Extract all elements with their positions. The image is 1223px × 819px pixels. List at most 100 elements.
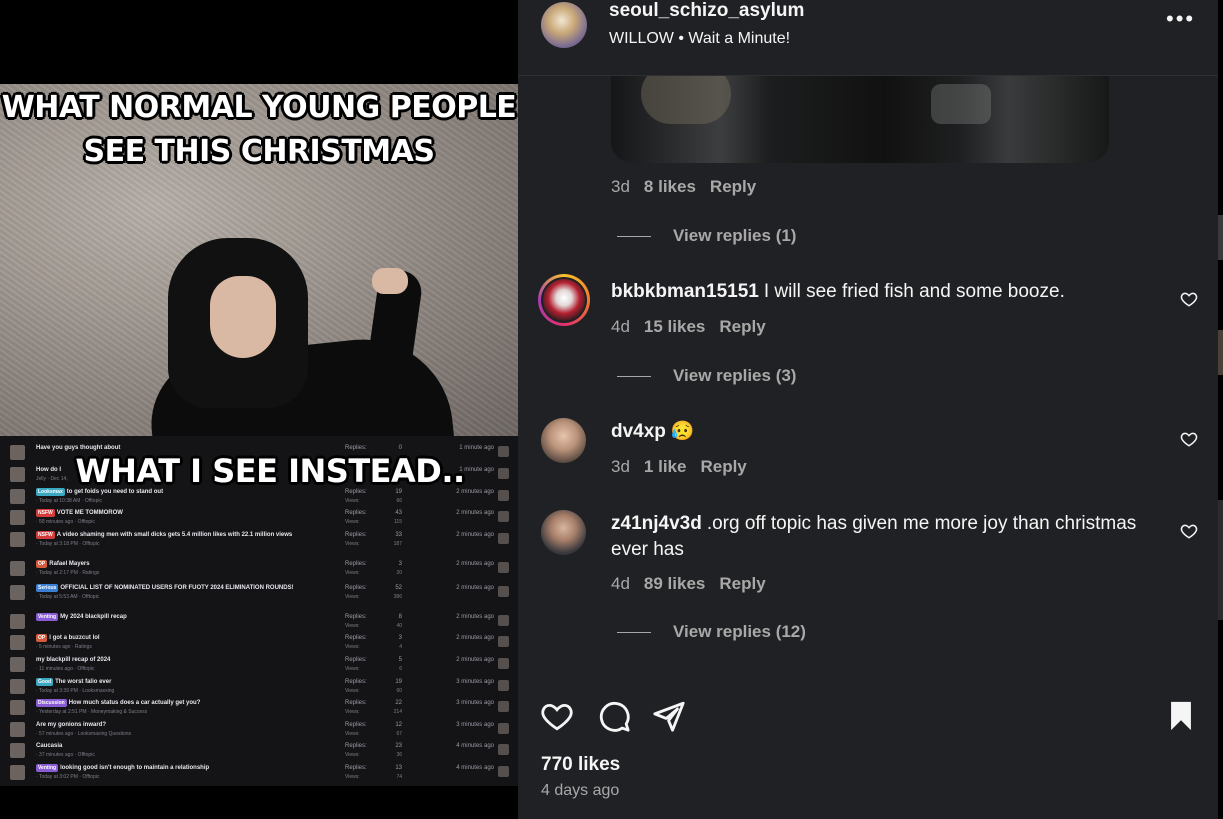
- replies-count: 8: [398, 614, 402, 620]
- background-strip: [1218, 0, 1223, 819]
- thread-subtitle: · 5 minutes ago · Ratings: [36, 644, 92, 650]
- views-count: 6: [399, 666, 402, 672]
- meme-caption-top-line2: SEE THIS CHRISTMAS: [83, 134, 435, 169]
- comment-username[interactable]: bkbkbman15151: [611, 281, 759, 302]
- reply-button[interactable]: Reply: [719, 317, 765, 336]
- forum-thread-row: NSFW A video shaming men with small dicks…: [6, 529, 512, 549]
- heart-icon[interactable]: [540, 699, 574, 733]
- author-username[interactable]: seoul_schizo_asylum: [609, 0, 804, 22]
- thread-author-avatar: [10, 700, 25, 715]
- thread-tag: OP: [36, 560, 48, 568]
- comment-likes[interactable]: 89 likes: [644, 574, 705, 593]
- comment-likes[interactable]: 8 likes: [644, 177, 696, 196]
- views-label: Views:: [345, 623, 360, 629]
- thread-subtitle: · Today at 2:17 PM · Ratings: [36, 570, 100, 576]
- thread-title: Venting My 2024 blackpill recap: [36, 613, 127, 621]
- thread-title: Have you guys thought about: [36, 445, 121, 451]
- thread-subtitle: · 37 minutes ago · Offtopic: [36, 752, 95, 758]
- comment-age: 3d: [611, 457, 630, 476]
- replies-count: 3: [398, 635, 402, 641]
- thread-title: Caucasia: [36, 743, 63, 749]
- replies-label: Replies:: [345, 635, 367, 641]
- forum-thread-row: OP Rafael Mayers · Today at 2:17 PM · Rati…: [6, 558, 512, 578]
- like-heart-icon[interactable]: [1180, 430, 1198, 448]
- avatar[interactable]: [541, 510, 586, 555]
- last-post-time: 3 minutes ago: [456, 679, 494, 685]
- audio-track[interactable]: WILLOW • Wait a Minute!: [609, 30, 790, 48]
- post-media[interactable]: WHAT NORMAL YOUNG PEOPLE SEE THIS CHRIST…: [0, 0, 518, 819]
- thread-title: NSFW A video shaming men with small dicks…: [36, 531, 293, 539]
- views-label: Views:: [345, 519, 360, 525]
- comment-icon[interactable]: [597, 699, 631, 733]
- views-count: 74: [396, 774, 402, 780]
- last-post-avatar: [498, 701, 509, 712]
- replies-label: Replies:: [345, 743, 367, 749]
- thread-title: my blackpill recap of 2024: [36, 657, 111, 663]
- thread-title: OP I got a buzzcut lol: [36, 634, 100, 642]
- last-post-avatar: [498, 615, 509, 626]
- views-label: Views:: [345, 752, 360, 758]
- comment-text: bkbkbman15151 I will see fried fish and s…: [611, 279, 1171, 305]
- replies-label: Replies:: [345, 679, 367, 685]
- comment-age: 4d: [611, 574, 630, 593]
- views-label: Views:: [345, 688, 360, 694]
- thread-subtitle: · Today at 3:39 PM · Looksmaxxing: [36, 688, 115, 694]
- thread-author-avatar: [10, 489, 25, 504]
- more-options-icon[interactable]: •••: [1166, 6, 1195, 32]
- reply-button[interactable]: Reply: [700, 457, 746, 476]
- comment-likes[interactable]: 1 like: [644, 457, 687, 476]
- like-heart-icon[interactable]: [1180, 290, 1198, 308]
- last-post-avatar: [498, 766, 509, 777]
- replies-count: 43: [395, 510, 402, 516]
- views-count: 214: [393, 709, 402, 715]
- avatar[interactable]: [538, 274, 590, 326]
- share-icon[interactable]: [652, 699, 686, 733]
- last-post-time: 3 minutes ago: [456, 700, 494, 706]
- replies-count: 33: [395, 532, 402, 538]
- thread-tag: Discussion: [36, 699, 67, 707]
- thread-tag: Good: [36, 678, 54, 686]
- view-replies-button[interactable]: View replies (12): [617, 622, 806, 642]
- last-post-time: 3 minutes ago: [456, 722, 494, 728]
- last-post-time: 1 minute ago: [459, 445, 494, 451]
- thread-title: Serious OFFICIAL LIST OF NOMINATED USERS …: [36, 584, 294, 592]
- view-replies-button[interactable]: View replies (1): [617, 226, 796, 246]
- thread-author-avatar: [10, 765, 25, 780]
- comment-body: 😥: [670, 421, 695, 442]
- author-avatar[interactable]: [541, 2, 587, 48]
- views-label: Views:: [345, 774, 360, 780]
- thread-author-avatar: [10, 614, 25, 629]
- reply-button[interactable]: Reply: [719, 574, 765, 593]
- replies-label: Replies:: [345, 561, 367, 567]
- comment-likes[interactable]: 15 likes: [644, 317, 705, 336]
- view-replies-button[interactable]: View replies (3): [617, 366, 796, 386]
- last-post-avatar: [498, 636, 509, 647]
- comment-username[interactable]: z41nj4v3d: [611, 513, 702, 534]
- views-label: Views:: [345, 644, 360, 650]
- reply-button[interactable]: Reply: [710, 177, 756, 196]
- thread-tag: Serious: [36, 584, 59, 592]
- comment-username[interactable]: dv4xp: [611, 421, 666, 442]
- avatar[interactable]: [541, 418, 586, 463]
- thread-author-avatar: [10, 532, 25, 547]
- thread-author-avatar: [10, 585, 25, 600]
- replies-count: 23: [395, 743, 402, 749]
- bookmark-icon[interactable]: [1164, 699, 1198, 733]
- comment-image[interactable]: [611, 74, 1109, 163]
- last-post-time: 2 minutes ago: [456, 635, 494, 641]
- views-count: 66: [396, 498, 402, 504]
- last-post-avatar: [498, 658, 509, 669]
- last-post-avatar: [498, 680, 509, 691]
- forum-thread-row: Good The worst falio ever · Today at 3:39 …: [6, 676, 512, 696]
- likes-count[interactable]: 770 likes: [541, 754, 620, 776]
- thread-tag: Venting: [36, 613, 59, 621]
- like-heart-icon[interactable]: [1180, 522, 1198, 540]
- forum-thread-row: my blackpill recap of 2024 · 11 minutes a…: [6, 654, 512, 674]
- comments-panel: 3d 8 likes Reply View replies (1) bkbkbman…: [518, 0, 1218, 819]
- thread-author-avatar: [10, 722, 25, 737]
- last-post-time: 2 minutes ago: [456, 510, 494, 516]
- forum-thread-row: NSFW VOTE ME TOMMOROW · 58 minutes ago · O…: [6, 507, 512, 527]
- views-count: 20: [396, 570, 402, 576]
- replies-label: Replies:: [345, 765, 367, 771]
- forum-thread-row: Venting My 2024 blackpill recap Replies: Vi…: [6, 611, 512, 631]
